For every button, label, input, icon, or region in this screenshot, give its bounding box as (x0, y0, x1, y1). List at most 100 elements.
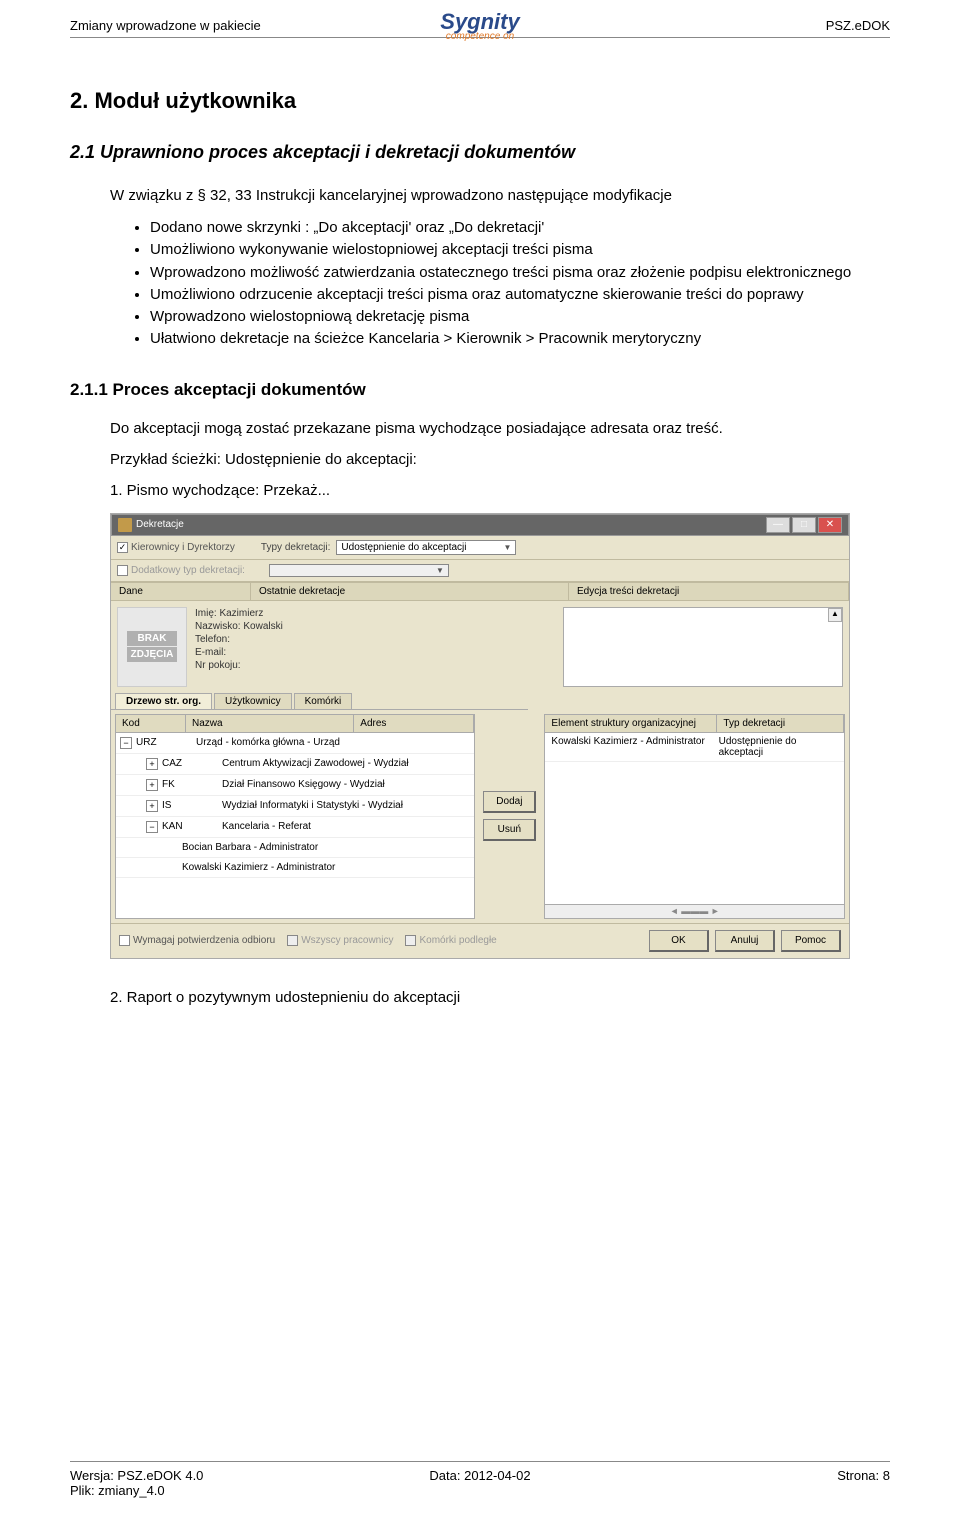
add-button[interactable]: Dodaj (483, 791, 536, 813)
tree-nazwa: Urząd - komórka główna - Urząd (196, 737, 470, 748)
tree-row[interactable]: Bocian Barbara - Administrator (116, 838, 474, 858)
tab-drzewo[interactable]: Drzewo str. org. (115, 693, 212, 709)
info-label: Nr pokoju: (195, 659, 283, 672)
checkbox-label: Wszyscy pracownicy (301, 935, 393, 946)
heading-1: 2. Moduł użytkownika (70, 88, 890, 114)
window-title: Dekretacje (136, 519, 184, 530)
expander-icon[interactable]: − (146, 821, 158, 833)
select-dodatkowy-typ[interactable]: ▼ (269, 564, 449, 577)
info-label: Imię: (195, 608, 217, 619)
tree-row[interactable]: + IS Wydział Informatyki i Statystyki - … (116, 796, 474, 817)
tree-row[interactable]: − KAN Kancelaria - Referat (116, 817, 474, 838)
cell-name: Kowalski Kazimierz - Administrator (551, 736, 718, 758)
footer-version: Wersja: PSZ.eDOK 4.0 (70, 1468, 203, 1483)
tab-uzytkownicy[interactable]: Użytkownicy (214, 693, 292, 709)
pane-label-ostatnie: Ostatnie dekretacje (251, 583, 569, 600)
cell-type: Udostępnienie do akceptacji (719, 736, 838, 758)
footer-file: Plik: zmiany_4.0 (70, 1483, 203, 1498)
org-tree-grid[interactable]: Kod Nazwa Adres − URZ Urząd - komórka gł… (115, 714, 475, 919)
checkbox-label: Kierownicy i Dyrektorzy (131, 542, 235, 553)
select-typy-dekretacji[interactable]: Udostępnienie do akceptacji ▼ (336, 540, 516, 555)
modification-list: Dodano nowe skrzynki : „Do akceptacji' o… (150, 218, 890, 350)
col-header-adres: Adres (354, 715, 474, 732)
minimize-button[interactable]: — (766, 517, 790, 533)
label-typy: Typy dekretacji: (261, 542, 330, 553)
titlebar: Dekretacje — □ ✕ (111, 514, 849, 536)
tree-row[interactable]: + CAZ Centrum Aktywizacji Zawodowej - Wy… (116, 754, 474, 775)
page-footer: Wersja: PSZ.eDOK 4.0 Plik: zmiany_4.0 Da… (70, 1461, 890, 1498)
chevron-down-icon: ▼ (503, 543, 511, 552)
tree-kod: URZ (136, 737, 196, 748)
expander-icon[interactable]: + (146, 779, 158, 791)
tree-kod: IS (162, 800, 222, 811)
checkbox-wymagaj[interactable]: Wymagaj potwierdzenia odbioru (119, 935, 275, 946)
checkbox-dodatkowy-typ[interactable]: Dodatkowy typ dekretacji: (117, 565, 245, 576)
pane-label-dane: Dane (111, 583, 251, 600)
select-value: Udostępnienie do akceptacji (341, 542, 466, 553)
brand-sub: competence on (440, 31, 519, 42)
tree-nazwa: Kowalski Kazimierz - Administrator (182, 862, 470, 873)
photo-brak-label: BRAK (127, 631, 178, 646)
tree-nazwa: Centrum Aktywizacji Zawodowej - Wydział (222, 758, 470, 769)
tree-nazwa: Dział Finansowo Księgowy - Wydział (222, 779, 470, 790)
tree-row[interactable]: + FK Dział Finansowo Księgowy - Wydział (116, 775, 474, 796)
header-right-text: PSZ.eDOK (826, 18, 890, 33)
tab-komorki[interactable]: Komórki (294, 693, 353, 709)
expander-icon[interactable]: + (146, 758, 158, 770)
paragraph: Do akceptacji mogą zostać przekazane pis… (110, 420, 890, 437)
checkbox-wszyscy[interactable]: Wszyscy pracownicy (287, 935, 393, 946)
checkbox-label: Dodatkowy typ dekretacji: (131, 565, 245, 576)
checkbox-podlegle[interactable]: Komórki podległe (405, 935, 496, 946)
page-header: Zmiany wprowadzone w pakiecie Sygnity co… (70, 14, 890, 38)
header-left-text: Zmiany wprowadzone w pakiecie (70, 18, 261, 33)
document-body: 2. Moduł użytkownika 2.1 Uprawniono proc… (0, 38, 960, 1040)
footer-date: Data: 2012-04-02 (429, 1468, 530, 1483)
tree-nazwa: Kancelaria - Referat (222, 821, 470, 832)
checkbox-kierownicy[interactable]: ✓ Kierownicy i Dyrektorzy (117, 542, 235, 553)
col-header-element: Element struktury organizacyjnej (545, 715, 717, 732)
info-value: Kazimierz (219, 608, 263, 619)
maximize-button[interactable]: □ (792, 517, 816, 533)
list-item: Wprowadzono możliwość zatwierdzania osta… (150, 263, 890, 283)
col-header-nazwa: Nazwa (186, 715, 354, 732)
footer-page: Strona: 8 (837, 1468, 890, 1498)
tree-kod: CAZ (162, 758, 222, 769)
list-item: Umożliwiono odrzucenie akceptacji treści… (150, 285, 890, 305)
intro-paragraph: W związku z § 32, 33 Instrukcji kancelar… (110, 187, 890, 204)
cancel-button[interactable]: Anuluj (715, 930, 775, 952)
user-photo-placeholder: BRAK ZDJĘCIA (117, 607, 187, 687)
pane-label-edycja: Edycja treści dekretacji (569, 583, 849, 600)
checkbox-label: Komórki podległe (419, 935, 496, 946)
selected-users-grid[interactable]: Element struktury organizacyjnej Typ dek… (544, 714, 845, 919)
heading-3: 2.1.1 Proces akceptacji dokumentów (70, 380, 890, 400)
remove-button[interactable]: Usuń (483, 819, 536, 841)
ok-button[interactable]: OK (649, 930, 709, 952)
col-header-kod: Kod (116, 715, 186, 732)
help-button[interactable]: Pomoc (781, 930, 841, 952)
heading-2: 2.1 Uprawniono proces akceptacji i dekre… (70, 142, 890, 163)
list-item: Dodano nowe skrzynki : „Do akceptacji' o… (150, 218, 890, 238)
checkbox-label: Wymagaj potwierdzenia odbioru (133, 935, 275, 946)
list-item: Umożliwiono wykonywanie wielostopniowej … (150, 240, 890, 260)
app-window: Dekretacje — □ ✕ ✓ Kierownicy i Dyrektor… (110, 513, 850, 959)
info-label: Nazwisko: (195, 621, 241, 632)
tree-nazwa: Wydział Informatyki i Statystyki - Wydzi… (222, 800, 470, 811)
tab-bar: Drzewo str. org. Użytkownicy Komórki (111, 693, 528, 710)
expander-icon[interactable]: + (146, 800, 158, 812)
brand-logo: Sygnity competence on (440, 9, 519, 42)
col-header-typ: Typ dekretacji (717, 715, 844, 732)
paragraph: Przykład ścieżki: Udostępnienie do akcep… (110, 451, 890, 468)
table-row[interactable]: Kowalski Kazimierz - Administrator Udost… (545, 733, 844, 762)
tree-row[interactable]: − URZ Urząd - komórka główna - Urząd (116, 733, 474, 754)
photo-zdjecia-label: ZDJĘCIA (127, 647, 178, 662)
horizontal-scrollbar[interactable]: ◄ ▬▬▬ ► (545, 904, 844, 918)
expander-icon[interactable]: − (120, 737, 132, 749)
close-button[interactable]: ✕ (818, 517, 842, 533)
edit-textarea[interactable]: ▲ (563, 607, 843, 687)
tree-row[interactable]: Kowalski Kazimierz - Administrator (116, 858, 474, 878)
paragraph: 1. Pismo wychodzące: Przekaż... (110, 482, 890, 499)
tree-nazwa: Bocian Barbara - Administrator (182, 842, 470, 853)
info-label: E-mail: (195, 646, 283, 659)
list-item: Ułatwiono dekretacje na ścieżce Kancelar… (150, 329, 890, 349)
scroll-up-icon[interactable]: ▲ (828, 608, 842, 622)
